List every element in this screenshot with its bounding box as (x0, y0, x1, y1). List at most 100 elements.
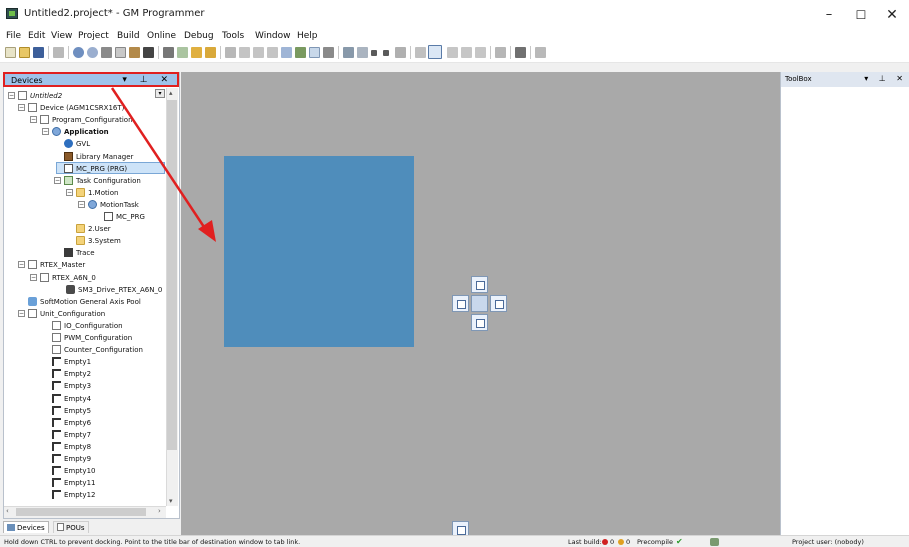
menu-view[interactable]: View (51, 30, 72, 43)
tree-node[interactable]: SM3_Drive_RTEX_A6N_0 (66, 284, 162, 296)
menu-file[interactable]: File (6, 30, 21, 43)
close-button[interactable]: ✕ (877, 4, 907, 26)
login-icon[interactable] (343, 47, 354, 58)
generate-code-icon[interactable] (323, 47, 334, 58)
tree-node[interactable]: MotionTask (88, 199, 139, 211)
tree-expander[interactable]: − (18, 309, 25, 317)
dock-center-guide[interactable] (471, 295, 488, 312)
scroll-left-icon[interactable]: ‹ (6, 507, 9, 515)
start-icon[interactable] (371, 50, 377, 56)
find-icon[interactable] (163, 47, 174, 58)
tree-node[interactable]: Trace (64, 247, 95, 259)
tree-node[interactable]: 2.User (76, 223, 111, 235)
tree-node[interactable]: Empty5 (52, 405, 91, 417)
tree-node[interactable]: 1.Motion (76, 187, 118, 199)
save-icon[interactable] (33, 47, 44, 58)
tree-node[interactable]: Empty2 (52, 368, 91, 380)
tab-pous[interactable]: POUs (53, 521, 89, 533)
tree-node[interactable]: RTEX_A6N_0 (40, 272, 96, 284)
tree-node[interactable]: RTEX_Master (28, 259, 85, 271)
tree-expander[interactable]: − (42, 128, 49, 136)
bookmark-icon[interactable] (205, 47, 216, 58)
tree-expander[interactable]: − (18, 261, 25, 269)
tree-node[interactable]: Library Manager (64, 151, 133, 163)
dock-top-guide[interactable] (471, 276, 488, 293)
tree-expander[interactable]: − (78, 200, 85, 208)
tree-node[interactable]: Program_Configuration (40, 114, 133, 126)
devices-panel-header[interactable]: Devices ▾ ⊥ ✕ (3, 72, 179, 87)
tree-expander[interactable]: − (30, 116, 37, 124)
warnings-indicator[interactable]: 0 (616, 537, 630, 547)
tree-expander[interactable]: − (66, 188, 73, 196)
menu-debug[interactable]: Debug (184, 30, 214, 43)
dock-bottom-guide[interactable] (471, 314, 488, 331)
run-to-cursor-icon[interactable] (475, 47, 486, 58)
tree-node[interactable]: IO_Configuration (52, 320, 123, 332)
bookmark-next-icon[interactable] (239, 47, 250, 58)
tree-vertical-scroll-thumb[interactable] (167, 100, 177, 450)
step-over-icon[interactable] (428, 45, 442, 59)
tree-node[interactable]: MC_PRG (104, 211, 145, 223)
tree-node[interactable]: Device (AGM1CSRX16T) (28, 102, 124, 114)
menu-tools[interactable]: Tools (222, 30, 244, 43)
tree-expander[interactable]: − (54, 176, 61, 184)
tree-node[interactable]: Untitled2 (18, 90, 62, 102)
device-config-icon[interactable] (309, 47, 320, 58)
reset-icon[interactable] (395, 47, 406, 58)
errors-indicator[interactable]: 0 (600, 537, 614, 547)
menu-project[interactable]: Project (78, 30, 109, 43)
tree-horizontal-scroll-thumb[interactable] (16, 508, 146, 516)
tree-node[interactable]: 3.System (76, 235, 121, 247)
write-values-icon[interactable] (495, 47, 506, 58)
force-values-icon[interactable] (515, 47, 526, 58)
delete-icon[interactable] (143, 47, 154, 58)
menu-help[interactable]: Help (297, 30, 318, 43)
tree-node[interactable]: GVL (64, 138, 90, 150)
maximize-button[interactable]: ☐ (846, 4, 876, 26)
tab-devices[interactable]: Devices (3, 521, 49, 533)
cut-icon[interactable] (101, 47, 112, 58)
bookmark-prev-icon[interactable] (253, 47, 264, 58)
toolbox-header[interactable]: ToolBox ▾ ⊥ ✕ (781, 72, 909, 87)
minimize-button[interactable]: – (814, 4, 844, 26)
tree-expander[interactable]: − (8, 92, 15, 99)
tree-node[interactable]: Empty11 (52, 477, 95, 489)
window-icon[interactable] (281, 47, 292, 58)
menu-edit[interactable]: Edit (28, 30, 45, 43)
tree-node[interactable]: Empty10 (52, 465, 95, 477)
tree-node[interactable]: SoftMotion General Axis Pool (28, 296, 141, 308)
scroll-down-icon[interactable]: ▾ (169, 497, 173, 505)
tree-node[interactable]: Empty9 (52, 453, 91, 465)
tree-node[interactable]: Empty7 (52, 429, 91, 441)
dock-right-guide[interactable] (490, 295, 507, 312)
tree-node[interactable]: PWM_Configuration (52, 332, 132, 344)
tree-node[interactable]: Empty12 (52, 489, 95, 501)
online-status-icon[interactable] (710, 538, 719, 546)
tree-node[interactable]: Counter_Configuration (52, 344, 143, 356)
devices-panel-header-buttons[interactable]: ▾ ⊥ ✕ (122, 75, 173, 85)
tree-node[interactable]: Application (52, 126, 109, 138)
logout-icon[interactable] (357, 47, 368, 58)
breakpoint-icon[interactable] (415, 47, 426, 58)
bookmark-toggle-icon[interactable] (225, 47, 236, 58)
tree-node[interactable]: Empty4 (52, 393, 91, 405)
find-in-project-icon[interactable] (191, 47, 202, 58)
undo-icon[interactable] (73, 47, 84, 58)
print-icon[interactable] (53, 47, 64, 58)
tree-node[interactable]: Empty1 (52, 356, 91, 368)
tree-expander[interactable]: − (30, 273, 37, 281)
scroll-up-icon[interactable]: ▴ (169, 89, 173, 97)
step-into-icon[interactable] (447, 47, 458, 58)
toolbox-header-buttons[interactable]: ▾ ⊥ ✕ (864, 74, 907, 83)
stop-icon[interactable] (383, 50, 389, 56)
tree-expander[interactable]: − (18, 104, 25, 112)
build-icon[interactable] (295, 47, 306, 58)
menu-build[interactable]: Build (117, 30, 140, 43)
tree-node[interactable]: Empty8 (52, 441, 91, 453)
tree-node[interactable]: Empty3 (52, 380, 91, 392)
tree-node[interactable]: Task Configuration (64, 175, 141, 187)
menu-window[interactable]: Window (255, 30, 291, 43)
dock-left-guide[interactable] (452, 295, 469, 312)
step-out-icon[interactable] (461, 47, 472, 58)
tree-node[interactable]: Unit_Configuration (28, 308, 105, 320)
